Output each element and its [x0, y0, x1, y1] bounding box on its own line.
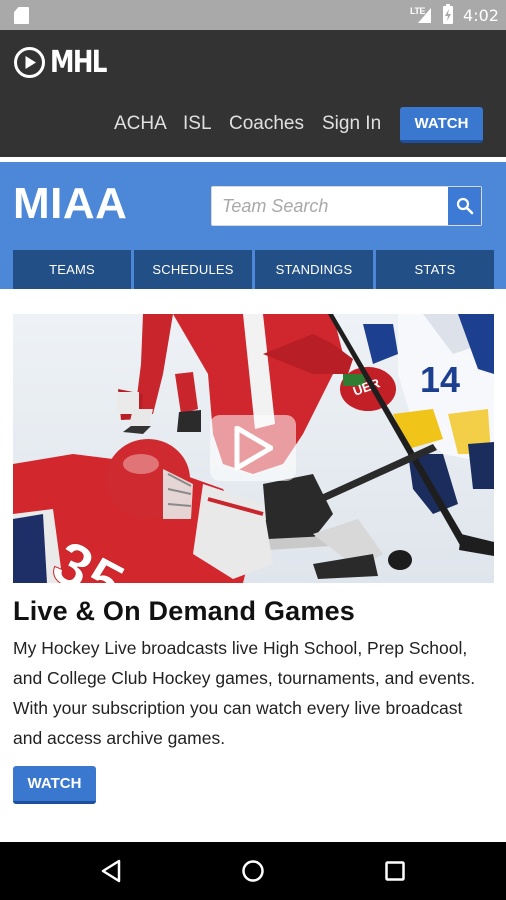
system-nav-bar	[0, 842, 506, 900]
content-title: Live & On Demand Games	[13, 596, 356, 626]
play-circle-icon	[14, 47, 45, 78]
content-description: My Hockey Live broadcasts live High Scho…	[13, 638, 476, 748]
search-button[interactable]	[448, 187, 481, 225]
play-icon	[234, 426, 273, 470]
status-bar: LTE 4:02	[0, 0, 506, 30]
status-time: 4:02	[463, 6, 499, 25]
logo-text: MHL	[50, 45, 107, 80]
team-search-input[interactable]	[212, 187, 450, 225]
nav-link-coaches[interactable]: Coaches	[229, 112, 304, 136]
hero-video[interactable]: UER 14 35	[13, 314, 494, 583]
sd-card-icon	[14, 7, 29, 24]
tab-teams[interactable]: TEAMS	[13, 250, 131, 289]
league-title: MIAA	[13, 179, 128, 228]
league-tabs: TEAMS SCHEDULES STANDINGS STATS	[13, 250, 494, 289]
play-button[interactable]	[210, 415, 296, 481]
tab-standings[interactable]: STANDINGS	[255, 250, 373, 289]
app-header: MHL ACHA ISL Coaches Sign In WATCH	[0, 30, 506, 157]
team-search	[211, 186, 482, 226]
watch-button-header[interactable]: WATCH	[400, 107, 483, 143]
svg-text:14: 14	[420, 359, 460, 400]
nav-link-acha[interactable]: ACHA	[114, 112, 167, 136]
battery-charging-icon	[443, 4, 453, 24]
tab-stats[interactable]: STATS	[376, 250, 494, 289]
back-icon[interactable]	[100, 859, 122, 883]
recent-apps-icon[interactable]	[385, 861, 405, 881]
search-icon	[456, 197, 473, 215]
league-band: MIAA TEAMS SCHEDULES STANDINGS STATS	[0, 162, 506, 289]
mhl-logo[interactable]: MHL	[13, 45, 118, 80]
watch-button[interactable]: WATCH	[13, 766, 96, 804]
nav-link-isl[interactable]: ISL	[183, 112, 212, 136]
network-type: LTE	[410, 6, 425, 16]
nav-link-sign-in[interactable]: Sign In	[322, 112, 381, 136]
tab-schedules[interactable]: SCHEDULES	[134, 250, 252, 289]
home-icon[interactable]	[241, 859, 265, 883]
